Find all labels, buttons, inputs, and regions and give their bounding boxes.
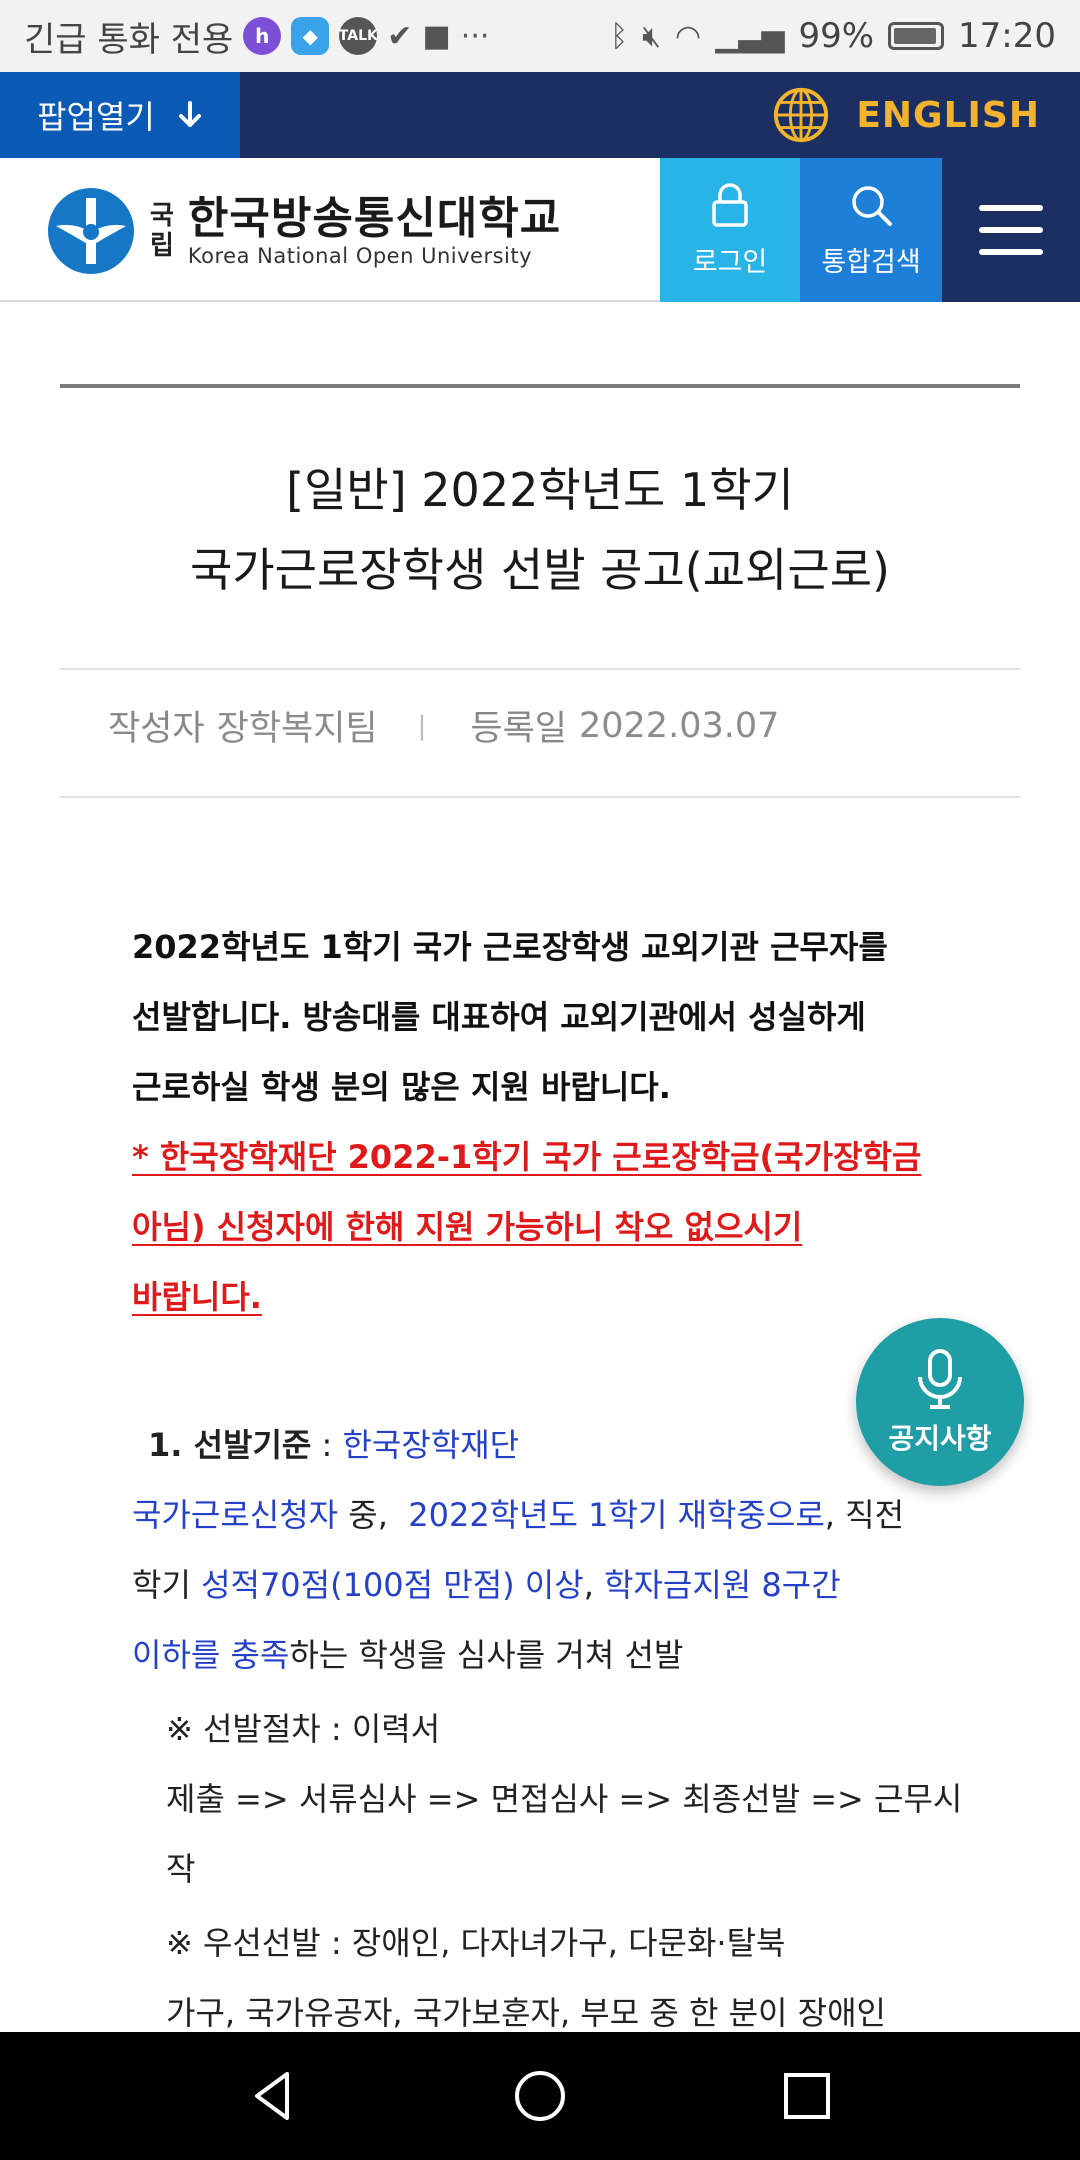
more-icon: ··· [460, 18, 490, 54]
globe-icon [774, 87, 829, 143]
article-top-divider [60, 384, 1020, 388]
site-header: 국 립 한국방송통신대학교 Korea National Open Univer… [0, 158, 1080, 302]
search-label: 통합검색 [821, 246, 921, 278]
signal-icon: ▁▃▅ [715, 18, 785, 54]
mute-icon: 🔇︎ [642, 18, 662, 54]
author-value: 장학복지팀 [216, 709, 378, 749]
microphone-icon [918, 1349, 962, 1409]
author-label: 작성자 [108, 709, 205, 749]
english-label: ENGLISH [856, 94, 1040, 136]
battery-icon [888, 22, 945, 50]
priority-selection-note: ※ 우선선발 : 장애인, 다자녀가구, 다문화·탈북 가구, 국가유공자, 국… [166, 1924, 886, 2032]
check-icon: ✔ [387, 18, 413, 54]
home-icon[interactable] [510, 2066, 570, 2126]
logo-national-mark: 국 립 [150, 201, 174, 261]
hamburger-icon [979, 205, 1043, 255]
popup-open-button[interactable]: 팝업열기 [0, 72, 240, 158]
popup-open-label: 팝업열기 [37, 98, 155, 136]
fab-label: 공지사항 [888, 1422, 992, 1455]
meta-divider [60, 796, 1020, 798]
date-value: 2022.03.07 [579, 705, 780, 746]
article-intro: 2022학년도 1학기 국가 근로장학생 교외기관 근무자를 선발합니다. 방송… [132, 912, 962, 1332]
talk-app-icon: TALK [339, 17, 378, 55]
login-label: 로그인 [692, 246, 768, 278]
top-bar: 팝업열기 ENGLISH [0, 72, 1080, 158]
meta-separator: | [417, 710, 427, 741]
menu-button[interactable] [942, 158, 1080, 302]
recents-icon[interactable] [777, 2066, 837, 2126]
university-logo[interactable]: 국 립 한국방송통신대학교 Korea National Open Univer… [46, 186, 561, 276]
english-link[interactable]: ENGLISH [772, 72, 1040, 158]
warning-notice: * 한국장학재단 2022-1학기 국가 근로장학금(국가장학금 [132, 1138, 922, 1176]
bluetooth-icon: ᛒ [610, 18, 629, 54]
status-bar: 긴급 통화 전용 h ◆ TALK ✔ ■ ··· ᛒ 🔇︎ ◠ ▁▃▅ 99%… [0, 0, 1080, 72]
note-icon: ■ [422, 18, 451, 54]
lock-icon [712, 182, 748, 227]
shield-app-icon: ◆ [291, 17, 330, 55]
navigation-bar [0, 2032, 1080, 2160]
back-icon[interactable] [243, 2066, 303, 2126]
wifi-icon: ◠ [675, 18, 702, 54]
clock: 17:20 [958, 16, 1056, 56]
title-divider [60, 668, 1020, 670]
integrated-search-button[interactable]: 통합검색 [800, 158, 942, 302]
article-title: [일반] 2022학년도 1학기 국가근로장학생 선발 공고(교외근로) [190, 463, 890, 597]
login-button[interactable]: 로그인 [660, 158, 800, 302]
article-meta: 작성자 장학복지팀 | 등록일 2022.03.07 [108, 700, 779, 751]
notice-fab-button[interactable]: 공지사항 [856, 1318, 1024, 1486]
selection-criteria: 1. 선발기준 : 한국장학재단 국가근로신청자 중, 2022학년도 1학기 … [132, 1426, 905, 1674]
arrow-down-icon [178, 101, 201, 127]
date-label: 등록일 [470, 709, 567, 749]
knou-emblem-icon [48, 188, 134, 274]
status-text: 긴급 통화 전용 [24, 19, 234, 60]
battery-percent: 99% [798, 16, 875, 56]
search-icon [852, 185, 892, 226]
logo-korean-name: 한국방송통신대학교 [187, 193, 562, 244]
section-heading: 1. 선발기준 [148, 1426, 312, 1464]
logo-english-name: Korea National Open University [187, 244, 533, 268]
selection-procedure-note: ※ 선발절차 : 이력서 제출 => 서류심사 => 면접심사 => 최종선발 … [166, 1710, 963, 1888]
h-app-icon: h [243, 17, 282, 55]
